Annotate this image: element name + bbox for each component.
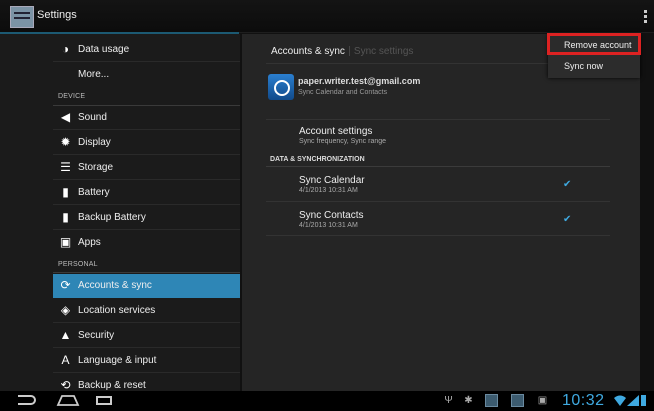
display-icon: ✹ — [60, 135, 71, 149]
backup-battery-icon: ▮ — [62, 210, 69, 224]
sidebar-item-label: Battery — [78, 187, 110, 198]
backup-reset-icon: ⟲ — [60, 378, 71, 392]
section-header-data-sync: DATA & SYNCHRONIZATION — [270, 156, 365, 163]
account-settings-title: Account settings — [299, 126, 373, 137]
sidebar-item-backup-battery[interactable]: ▮ Backup Battery — [53, 206, 240, 230]
sidebar-item-label: Accounts & sync — [78, 280, 152, 291]
overflow-popup-menu: Remove account Sync now — [547, 33, 641, 78]
cell-signal-icon — [627, 395, 639, 406]
sidebar-item-more[interactable]: More... — [53, 63, 240, 87]
breadcrumb-next[interactable]: Sync settings — [354, 46, 413, 57]
location-icon: ◈ — [60, 303, 71, 317]
settings-sidebar: ◑ Data usage More... DEVICE ◀ Sound ✹ Di… — [0, 34, 240, 391]
overflow-menu-icon[interactable] — [644, 10, 648, 25]
usb-icon: Ψ — [444, 395, 453, 406]
sync-contacts-checkbox[interactable]: ✔ — [563, 215, 573, 225]
debug-icon: ✱ — [464, 395, 473, 406]
sidebar-item-battery[interactable]: ▮ Battery — [53, 181, 240, 205]
sync-error-icon[interactable] — [511, 394, 524, 407]
sidebar-item-label: More... — [78, 69, 110, 80]
menu-item-label: Remove account — [564, 40, 632, 50]
sync-now-menu-item[interactable]: Sync now — [548, 58, 640, 78]
sidebar-item-label: Backup & reset — [78, 380, 146, 391]
sidebar-item-location[interactable]: ◈ Location services — [53, 299, 240, 323]
screenshot-icon: ▣ — [537, 395, 548, 406]
action-bar: Settings — [0, 0, 654, 33]
data-usage-icon: ◑ — [61, 42, 70, 56]
sidebar-item-security[interactable]: ▲ Security — [53, 324, 240, 348]
sync-calendar-checkbox[interactable]: ✔ — [563, 180, 573, 190]
sidebar-item-data-usage[interactable]: ◑ Data usage — [53, 38, 240, 62]
detail-panel: Accounts & sync Sync settings paper.write… — [242, 34, 640, 391]
sidebar-item-label: Display — [78, 137, 111, 148]
sidebar-item-label: Security — [78, 330, 115, 341]
sync-icon: ⟳ — [60, 278, 71, 292]
sidebar-item-storage[interactable]: ☰ Storage — [53, 156, 240, 180]
section-header-device: DEVICE — [58, 93, 86, 100]
wifi-icon — [614, 395, 626, 406]
breadcrumb-current[interactable]: Accounts & sync — [271, 46, 345, 57]
language-icon: A — [61, 353, 70, 367]
sidebar-item-apps[interactable]: ▣ Apps — [53, 231, 240, 255]
sidebar-item-label: Sound — [78, 112, 107, 123]
sidebar-item-label: Location services — [78, 305, 156, 316]
system-bar: Ψ ✱ ▣ 10:32 — [0, 391, 654, 411]
sidebar-item-accounts-sync[interactable]: ⟳ Accounts & sync — [53, 274, 240, 298]
section-header-personal: PERSONAL — [58, 261, 98, 268]
storage-icon: ☰ — [60, 160, 71, 174]
back-icon[interactable] — [18, 395, 36, 405]
sidebar-item-label: Apps — [78, 237, 101, 248]
sync-item-title: Sync Calendar — [299, 175, 365, 186]
sidebar-item-label: Storage — [78, 162, 114, 173]
home-icon[interactable] — [56, 394, 80, 406]
app-title: Settings — [37, 9, 77, 21]
account-settings-subtitle: Sync frequency, Sync range — [299, 138, 387, 145]
recent-apps-icon[interactable] — [96, 396, 112, 405]
sync-notification-icon[interactable] — [485, 394, 498, 407]
lock-icon: ▲ — [59, 328, 72, 342]
settings-app-icon[interactable] — [10, 6, 34, 28]
sync-item-title: Sync Contacts — [299, 210, 364, 221]
battery-status-icon — [641, 395, 646, 406]
remove-account-menu-item[interactable]: Remove account — [547, 33, 641, 55]
apps-icon: ▣ — [59, 235, 72, 249]
breadcrumb: Accounts & sync Sync settings — [271, 46, 413, 57]
status-clock[interactable]: 10:32 — [562, 392, 605, 410]
sound-icon: ◀ — [60, 110, 71, 124]
sync-item-date: 4/1/2013 10:31 AM — [299, 222, 358, 229]
sidebar-item-display[interactable]: ✹ Display — [53, 131, 240, 155]
menu-item-label: Sync now — [564, 61, 604, 71]
account-subtitle: Sync Calendar and Contacts — [298, 89, 388, 96]
sidebar-item-sound[interactable]: ◀ Sound — [53, 106, 240, 130]
sync-item-date: 4/1/2013 10:31 AM — [299, 187, 358, 194]
sidebar-item-backup-reset[interactable]: ⟲ Backup & reset — [53, 374, 240, 392]
sidebar-item-language[interactable]: A Language & input — [53, 349, 240, 373]
sidebar-item-label: Language & input — [78, 355, 157, 366]
account-email: paper.writer.test@gmail.com — [298, 76, 421, 86]
battery-icon: ▮ — [62, 185, 69, 199]
google-account-icon — [268, 74, 294, 100]
sidebar-item-label: Data usage — [78, 44, 130, 55]
sidebar-item-label: Backup Battery — [78, 212, 146, 223]
